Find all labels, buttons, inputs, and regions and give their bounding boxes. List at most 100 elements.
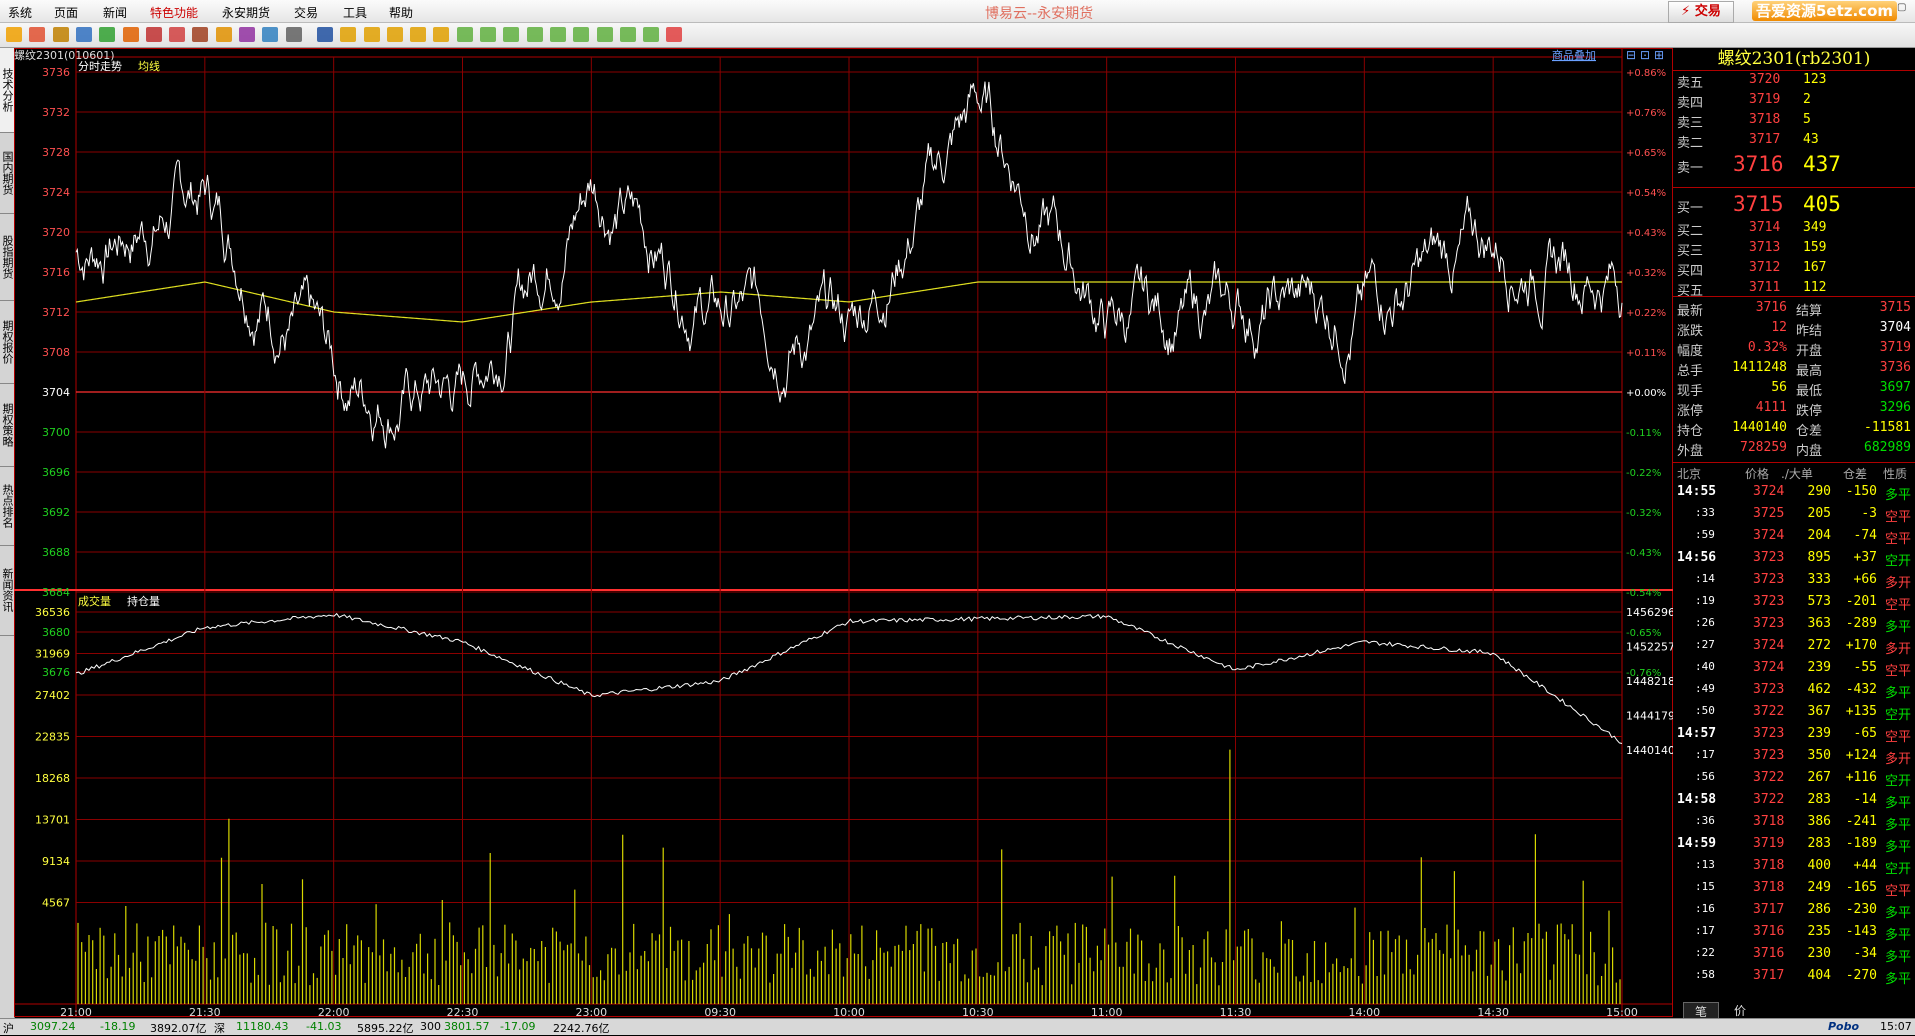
menu-item-2[interactable]: 新闻 xyxy=(103,4,127,21)
toolbar-icon-1[interactable] xyxy=(29,27,46,42)
toolbar-icon-20[interactable] xyxy=(480,27,496,42)
toolbar-icon-11[interactable] xyxy=(262,27,279,42)
tick-oi-change: +124 xyxy=(1845,748,1877,763)
bid-price[interactable]: 3714 xyxy=(1749,220,1780,235)
vol-tick-label: 18268 xyxy=(35,772,70,785)
tick-nature: 空平 xyxy=(1885,598,1912,613)
price-tick-label: 3700 xyxy=(42,426,70,439)
toolbar-icon-26[interactable] xyxy=(619,27,636,42)
toolbar-icon-9[interactable] xyxy=(215,27,232,42)
toolbar-icon-16[interactable] xyxy=(386,27,403,42)
ticks-tab-1[interactable]: 价 xyxy=(1723,1002,1757,1018)
tick-volume: 290 xyxy=(1807,484,1831,499)
toolbar-icon-23[interactable] xyxy=(549,27,566,42)
bid-price[interactable]: 3715 xyxy=(1733,192,1784,216)
menu-item-0[interactable]: 系统 xyxy=(8,4,32,21)
left-tab-0[interactable]: 技术分析 xyxy=(0,48,14,133)
tick-volume: 400 xyxy=(1807,858,1831,873)
toolbar-icon-8[interactable] xyxy=(192,27,209,42)
menu-item-5[interactable]: 交易 xyxy=(294,4,318,21)
pct-tick-label: +0.32% xyxy=(1626,268,1666,279)
tick-oi-change: -270 xyxy=(1845,968,1877,983)
ask-label: 卖二 xyxy=(1677,136,1704,151)
menu-item-3[interactable]: 特色功能 xyxy=(150,4,198,21)
left-tab-1[interactable]: 国内期货 xyxy=(0,132,14,214)
tick-oi-change: -3 xyxy=(1861,506,1877,521)
stat-label: 现手 xyxy=(1677,384,1704,399)
ask-price[interactable]: 3716 xyxy=(1733,152,1784,176)
left-tab-6[interactable]: 新闻资讯 xyxy=(0,545,14,636)
toolbar-icon-12[interactable] xyxy=(285,27,302,42)
status-brand: Pobo xyxy=(1828,1020,1860,1033)
toolbar-icon-18[interactable] xyxy=(433,27,450,42)
ask-label: 卖五 xyxy=(1677,76,1704,91)
toolbar-icon-3[interactable] xyxy=(75,27,92,42)
tick-nature: 多平 xyxy=(1885,906,1912,921)
trade-button[interactable]: ⚡ 交易 xyxy=(1668,1,1734,23)
tick-nature: 多平 xyxy=(1885,972,1912,987)
price-tick-label: 3704 xyxy=(42,386,70,399)
menu-item-1[interactable]: 页面 xyxy=(54,4,78,21)
window-control-icon[interactable]: ▢ xyxy=(1897,2,1915,20)
intraday-chart[interactable]: 螺纹2301(010601) 商品叠加 ⊟ ⊡ ⊞分时走势 均线成交量 持仓量3736 +0.… xyxy=(14,48,1673,1018)
left-tab-2[interactable]: 股指期货 xyxy=(0,213,14,301)
left-tab-4[interactable]: 期权策略 xyxy=(0,383,14,467)
chart-window-icon[interactable]: ⊞ xyxy=(1654,48,1664,62)
toolbar-icon-6[interactable] xyxy=(145,27,162,42)
toolbar-icon-13[interactable] xyxy=(316,27,333,42)
oi-tick-label: 1456296 xyxy=(1626,606,1673,619)
overlay-link[interactable]: 商品叠加 xyxy=(1552,48,1596,62)
ask-price[interactable]: 3720 xyxy=(1749,72,1780,87)
toolbar-icon-27[interactable] xyxy=(643,27,660,42)
toolbar-icon-25[interactable] xyxy=(596,27,613,42)
tick-oi-change: -65 xyxy=(1853,726,1877,741)
toolbar-icon-7[interactable] xyxy=(169,27,186,42)
toolbar-icon-19[interactable] xyxy=(456,27,473,42)
pct-tick-label: +0.65% xyxy=(1626,148,1666,159)
tick-volume: 235 xyxy=(1807,924,1831,939)
bid-price[interactable]: 3713 xyxy=(1749,240,1780,255)
tick-nature: 空开 xyxy=(1885,708,1912,723)
toolbar-icon-10[interactable] xyxy=(239,27,255,42)
toolbar-icon-17[interactable] xyxy=(410,27,427,42)
pct-tick-label: -0.11% xyxy=(1626,428,1661,439)
ask-volume: 2 xyxy=(1803,92,1811,107)
ask-price[interactable]: 3718 xyxy=(1749,112,1780,127)
toolbar xyxy=(0,23,1915,48)
toolbar-icon-14[interactable] xyxy=(340,27,357,42)
toolbar-icon-21[interactable] xyxy=(503,27,520,42)
menu-item-4[interactable]: 永安期货 xyxy=(222,4,270,21)
bid-price[interactable]: 3712 xyxy=(1749,260,1780,275)
pct-tick-label: +0.22% xyxy=(1626,308,1666,319)
chart-window-icon[interactable]: ⊟ xyxy=(1626,48,1636,62)
toolbar-icon-22[interactable] xyxy=(526,27,543,42)
stat-label: 涨跌 xyxy=(1677,324,1704,339)
price-tick-label: 3684 xyxy=(42,586,70,599)
toolbar-icon-4[interactable] xyxy=(99,27,116,42)
bid-price[interactable]: 3711 xyxy=(1749,280,1780,295)
ask-price[interactable]: 3717 xyxy=(1749,132,1780,147)
stat-value: 728259 xyxy=(1740,440,1787,455)
ask-price[interactable]: 3719 xyxy=(1749,92,1780,107)
toolbar-icon-15[interactable] xyxy=(363,27,380,42)
toolbar-icon-2[interactable] xyxy=(52,27,69,42)
ticks-divider xyxy=(1673,462,1915,463)
stat-value: 682989 xyxy=(1864,440,1911,455)
menu-item-7[interactable]: 帮助 xyxy=(389,4,413,21)
tick-price: 3723 xyxy=(1753,550,1785,565)
tick-time: :17 xyxy=(1695,748,1715,761)
menu-item-6[interactable]: 工具 xyxy=(343,4,367,21)
vol-tick-label: 22835 xyxy=(35,731,70,744)
tick-price: 3718 xyxy=(1753,814,1785,829)
toolbar-icon-5[interactable] xyxy=(122,27,139,42)
toolbar-icon-28[interactable] xyxy=(666,27,683,42)
left-tab-3[interactable]: 期权报价 xyxy=(0,300,14,384)
tick-oi-change: +37 xyxy=(1853,550,1877,565)
time-tick-label: 14:30 xyxy=(1477,1006,1509,1018)
left-tab-5[interactable]: 热点排名 xyxy=(0,466,14,546)
pct-tick-label: +0.11% xyxy=(1626,348,1666,359)
toolbar-icon-24[interactable] xyxy=(573,27,590,42)
chart-window-icon[interactable]: ⊡ xyxy=(1640,48,1650,62)
tick-time: 14:56 xyxy=(1677,550,1717,565)
toolbar-icon-0[interactable] xyxy=(6,27,22,42)
